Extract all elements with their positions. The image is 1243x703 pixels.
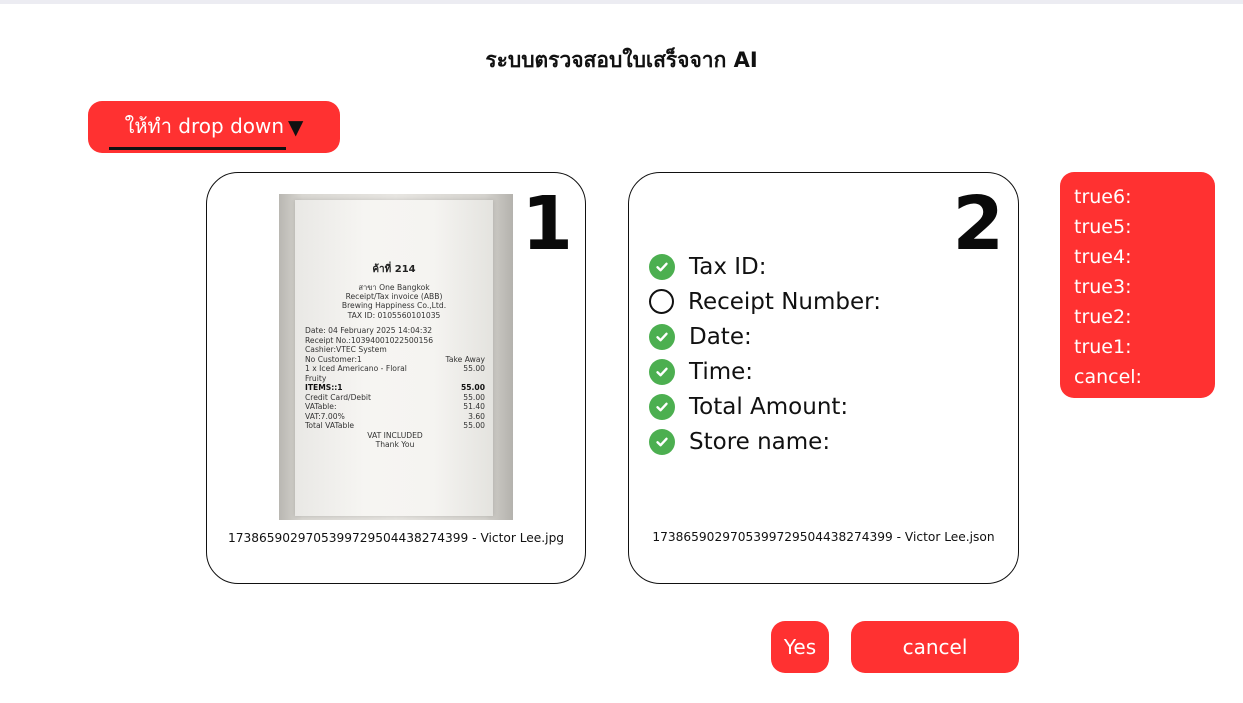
page-title: ระบบตรวจสอบใบเสร็จจาก AI — [485, 48, 758, 72]
receipt-line-label: Credit Card/Debit — [305, 392, 372, 402]
check-circle-icon — [649, 253, 675, 280]
dropdown-label: ให้ทำ drop down — [124, 114, 285, 138]
result-card: 2 Tax ID: Receipt Number: Date: Time: To… — [628, 172, 1019, 584]
receipt-row: Credit Card/Debit 55.00 — [305, 393, 485, 402]
receipt-vat-included: VAT INCLUDED — [367, 430, 423, 440]
receipt-line-label: Total VATable — [305, 421, 355, 431]
dropdown-label-wrap: ให้ทำ drop down — [108, 110, 287, 150]
field-item-date: Date: — [649, 319, 881, 354]
check-circle-icon — [649, 428, 675, 455]
field-label: Time: — [689, 358, 754, 385]
check-circle-icon — [649, 358, 675, 385]
check-circle-icon — [649, 323, 675, 350]
cancel-button[interactable]: cancel — [851, 621, 1019, 673]
image-filename: 1738659029705399729504438274399 - Victor… — [227, 531, 565, 545]
receipt-cashier: Cashier:VTEC System — [305, 345, 387, 355]
receipt-table: ค้าที่ 214 — [372, 264, 416, 275]
check-circle-icon — [649, 393, 675, 420]
receipt-line-value: 51.40 — [463, 402, 485, 412]
receipt-header-line: สาขา One Bangkok — [358, 282, 430, 292]
field-item-receipt-number: Receipt Number: — [649, 284, 881, 319]
receipt-row: Total VATable 55.00 — [305, 421, 485, 430]
field-label: Total Amount: — [689, 393, 849, 420]
receipt-row: No Customer:1 Take Away — [305, 355, 485, 364]
receipt-item-price: 55.00 — [463, 364, 485, 374]
side-item-true4[interactable]: true4: — [1074, 242, 1215, 272]
receipt-header-line: Receipt/Tax invoice (ABB) — [345, 291, 443, 301]
receipt-image: ค้าที่ 214 สาขา One Bangkok Receipt/Tax … — [279, 194, 513, 520]
dropdown-button[interactable]: ให้ทำ drop down ▼ — [88, 101, 340, 153]
receipt-customers: No Customer:1 — [305, 354, 362, 364]
top-strip — [0, 0, 1243, 4]
side-item-true5[interactable]: true5: — [1074, 212, 1215, 242]
field-item-tax-id: Tax ID: — [649, 249, 881, 284]
receipt-line-value: 55.00 — [463, 392, 485, 402]
receipt-item-note: Fruity — [305, 373, 327, 383]
receipt-number: Receipt No.:10394001022500156 — [305, 335, 434, 345]
field-item-total-amount: Total Amount: — [649, 389, 881, 424]
json-filename: 1738659029705399729504438274399 - Victor… — [652, 530, 995, 544]
receipt-items-total: 55.00 — [460, 383, 485, 393]
side-panel: true6: true5: true4: true3: true2: true1… — [1060, 172, 1215, 398]
side-item-true3[interactable]: true3: — [1074, 272, 1215, 302]
receipt-date: Date: 04 February 2025 14:04:32 — [305, 326, 433, 336]
receipt-row: VATable: 51.40 — [305, 402, 485, 411]
side-item-true6[interactable]: true6: — [1074, 182, 1215, 212]
receipt-line-value: 55.00 — [463, 421, 485, 431]
receipt-thanks: Thank You — [375, 440, 415, 450]
field-label: Receipt Number: — [688, 288, 881, 315]
field-item-store-name: Store name: — [649, 424, 881, 459]
receipt-paper: ค้าที่ 214 สาขา One Bangkok Receipt/Tax … — [295, 200, 493, 516]
receipt-line-value: 3.60 — [468, 411, 485, 421]
receipt-header-line: TAX ID: 0105560101035 — [347, 310, 441, 320]
caret-down-icon: ▼ — [288, 115, 304, 139]
receipt-line-label: VATable: — [305, 402, 337, 412]
receipt-item: 1 x Iced Americano - Floral — [305, 364, 407, 374]
receipt-take-away: Take Away — [445, 354, 486, 364]
dropdown-underline — [108, 147, 287, 150]
field-label: Tax ID: — [689, 253, 767, 280]
empty-circle-icon — [649, 289, 674, 314]
receipt-items-label: ITEMS::1 — [305, 383, 343, 393]
field-label: Date: — [689, 323, 752, 350]
field-checklist: Tax ID: Receipt Number: Date: Time: Tota… — [649, 249, 881, 459]
receipt-header-line: Brewing Happiness Co.,Ltd. — [341, 301, 447, 311]
field-item-time: Time: — [649, 354, 881, 389]
yes-button[interactable]: Yes — [771, 621, 829, 673]
card-number-1: 1 — [521, 181, 574, 267]
receipt-row: ITEMS::1 55.00 — [305, 383, 485, 392]
receipt-row: 1 x Iced Americano - Floral 55.00 — [305, 364, 485, 373]
receipt-row: VAT:7.00% 3.60 — [305, 412, 485, 421]
card-number-2: 2 — [952, 181, 1005, 267]
image-card: 1 ค้าที่ 214 สาขา One Bangkok Receipt/Ta… — [206, 172, 586, 584]
field-label: Store name: — [689, 428, 831, 455]
receipt-line-label: VAT:7.00% — [305, 411, 345, 421]
side-item-true1[interactable]: true1: — [1074, 332, 1215, 362]
side-item-true2[interactable]: true2: — [1074, 302, 1215, 332]
side-item-cancel[interactable]: cancel: — [1074, 362, 1215, 392]
